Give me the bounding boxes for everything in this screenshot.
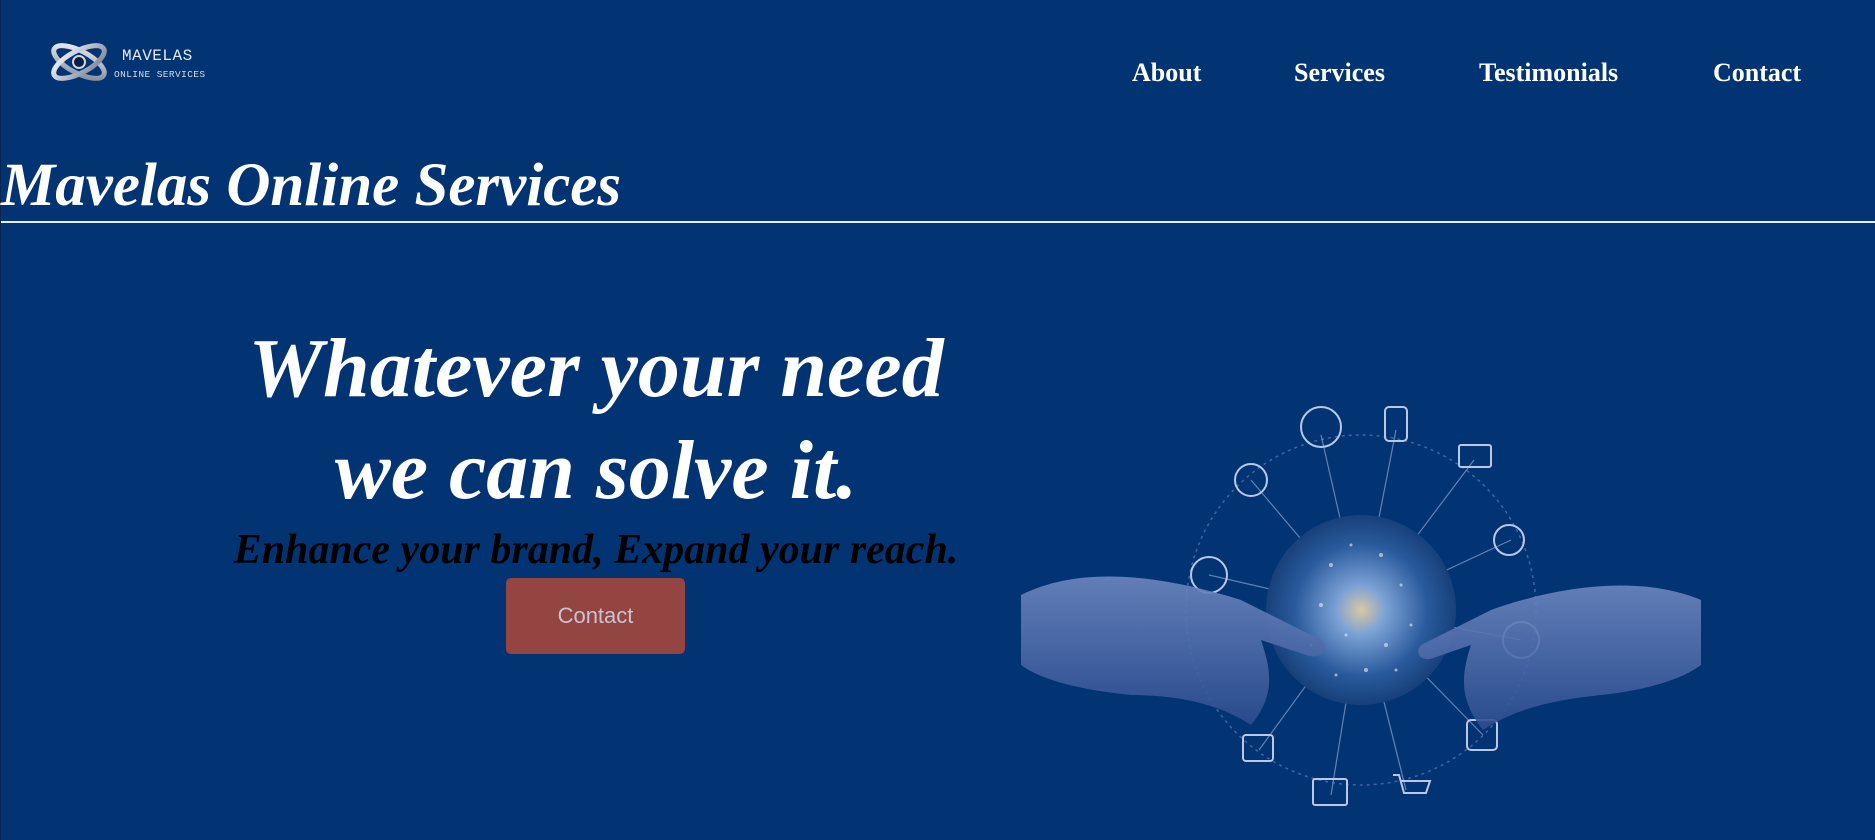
nav-link-services[interactable]: Services <box>1294 58 1385 88</box>
nav-link-testimonials[interactable]: Testimonials <box>1479 58 1618 88</box>
hero-text: Whatever your need we can solve it. Enha… <box>191 318 1001 576</box>
nav-link-contact[interactable]: Contact <box>1713 58 1801 88</box>
hero-headline-line1: Whatever your need <box>248 322 944 415</box>
nav-link-about[interactable]: About <box>1132 58 1201 88</box>
contact-button[interactable]: Contact <box>506 578 685 654</box>
hero-headline: Whatever your need we can solve it. <box>191 318 1001 522</box>
site-title: Mavelas Online Services <box>1 152 622 219</box>
main-nav: About Services Testimonials Contact <box>1 58 1875 92</box>
hero-tagline: Enhance your brand, Expand your reach. <box>233 527 959 573</box>
hero-headline-line2: we can solve it. <box>334 424 858 517</box>
hands-network-globe-icon <box>1021 395 1701 835</box>
page: MAVELAS ONLINE SERVICES About Services T… <box>0 0 1875 840</box>
header-divider <box>1 221 1875 223</box>
